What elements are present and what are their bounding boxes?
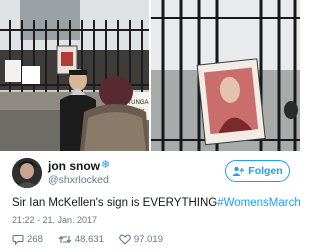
left-sign-text: TUNGA <box>128 100 149 106</box>
retweet-icon <box>58 234 72 245</box>
like-count: 97.019 <box>133 233 163 245</box>
reply-button[interactable]: 268 <box>12 234 43 245</box>
tweet-media[interactable]: TUNGA Sister <box>0 0 300 151</box>
follow-button[interactable]: Folgen <box>225 160 290 182</box>
like-button[interactable]: 97.019 <box>119 234 163 245</box>
tweet-card: TUNGA Sister <box>0 0 301 252</box>
tweet-text: Sir Ian McKellen's sign is EVERYTHING#Wo… <box>12 197 301 209</box>
avatar[interactable] <box>12 158 42 188</box>
add-person-icon <box>232 166 245 176</box>
retweet-button[interactable]: 48.631 <box>58 234 104 245</box>
retweet-count: 48.631 <box>74 233 104 245</box>
reply-icon <box>12 234 24 245</box>
tweet-timestamp[interactable]: 21:22 - 21. Jan. 2017 <box>12 215 97 225</box>
author-display-name[interactable]: jon snow <box>48 159 100 173</box>
photo-protester-image: TUNGA Sister <box>0 0 149 151</box>
heart-icon <box>119 234 131 245</box>
reply-count: 268 <box>27 233 43 245</box>
snowflake-icon: ❄ <box>101 159 111 171</box>
tweet-actions: 268 48.631 97.019 <box>12 231 178 247</box>
avatar-image <box>12 158 42 188</box>
photo-protester-at-fence[interactable]: TUNGA Sister <box>0 0 149 151</box>
tweet-body-text: Sir Ian McKellen's sign is EVERYTHING <box>12 197 218 209</box>
photo-sign-on-fence[interactable] <box>151 0 300 151</box>
author-handle[interactable]: @shxrlocked <box>48 174 109 186</box>
follow-button-label: Folgen <box>248 165 283 177</box>
hashtag-link[interactable]: #WomensMarch <box>217 197 301 209</box>
photo-sign-image <box>151 0 300 151</box>
